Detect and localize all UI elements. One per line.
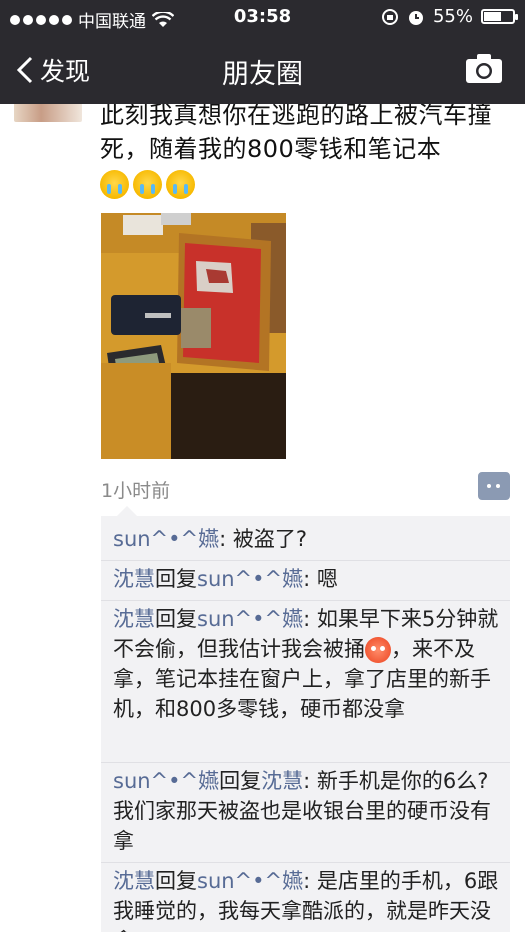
comment-item[interactable]: sun^•^嬿回复沈慧: 新手机是你的6么? 我们家那天被盗也是收银台里的硬币没… xyxy=(113,766,501,856)
comment-author[interactable]: sun^•^嬿 xyxy=(113,527,219,551)
divider xyxy=(101,600,510,601)
crying-emoji-icon xyxy=(100,169,129,199)
page-title: 朋友圈 xyxy=(222,59,303,90)
nav-bar: 发现 朋友圈 xyxy=(0,38,525,102)
comment-text: : 被盗了? xyxy=(219,527,308,551)
avatar[interactable] xyxy=(14,104,82,122)
comment-list: sun^•^嬿: 被盗了? 沈慧回复sun^•^嬿: 嗯 沈慧回复sun^•^嬿… xyxy=(101,506,510,932)
rotation-lock-icon xyxy=(381,8,398,25)
comment-item[interactable]: 沈慧回复sun^•^嬿: 嗯 xyxy=(113,564,501,594)
comment-text: : 嗯 xyxy=(303,567,338,591)
comment-author[interactable]: 沈慧 xyxy=(113,607,155,631)
reply-target[interactable]: sun^•^嬿 xyxy=(197,607,303,631)
comment-author[interactable]: 沈慧 xyxy=(113,869,155,893)
divider xyxy=(101,560,510,561)
battery-icon xyxy=(481,9,518,24)
moments-feed: 此刻我真想你在逃跑的路上被汽车撞死，随着我的800零钱和笔记本 1小时前 sun… xyxy=(0,104,525,932)
crying-emoji-icon xyxy=(133,169,162,199)
post-time: 1小时前 xyxy=(101,480,171,502)
top-bar: 中国联通 03:58 55% 发现 朋友圈 xyxy=(0,0,525,104)
comment-author[interactable]: 沈慧 xyxy=(113,567,155,591)
battery-percent: 55% xyxy=(432,6,473,27)
reply-word: 回复 xyxy=(155,567,197,591)
angry-emoji-icon xyxy=(365,637,391,663)
reply-word: 回复 xyxy=(155,869,197,893)
post-photo[interactable] xyxy=(101,213,286,459)
reply-word: 回复 xyxy=(155,607,197,631)
comment-item[interactable]: 沈慧回复sun^•^嬿: 如果早下来5分钟就不会偷，但我估计我会被捅 ，来不及拿，… xyxy=(113,604,501,724)
camera-icon[interactable] xyxy=(465,52,503,84)
status-bar: 中国联通 03:58 55% xyxy=(0,0,525,34)
reply-target[interactable]: 沈慧 xyxy=(261,769,303,793)
comment-author[interactable]: sun^•^嬿 xyxy=(113,769,219,793)
post-text: 此刻我真想你在逃跑的路上被汽车撞死，随着我的800零钱和笔记本 xyxy=(100,104,505,200)
alarm-icon xyxy=(408,10,423,25)
reply-word: 回复 xyxy=(219,769,262,793)
comment-menu-button[interactable] xyxy=(478,472,510,500)
comment-item[interactable]: 沈慧回复sun^•^嬿: 是店里的手机，6跟我睡觉的，我每天拿酷派的，就是昨天没… xyxy=(113,866,501,932)
crying-emoji-icon xyxy=(166,169,195,199)
divider xyxy=(101,762,510,763)
reply-target[interactable]: sun^•^嬿 xyxy=(197,869,303,893)
post-body: 此刻我真想你在逃跑的路上被汽车撞死，随着我的800零钱和笔记本 xyxy=(100,104,492,163)
comment-item[interactable]: sun^•^嬿: 被盗了? xyxy=(113,524,501,554)
reply-target[interactable]: sun^•^嬿 xyxy=(197,567,303,591)
divider xyxy=(101,862,510,863)
